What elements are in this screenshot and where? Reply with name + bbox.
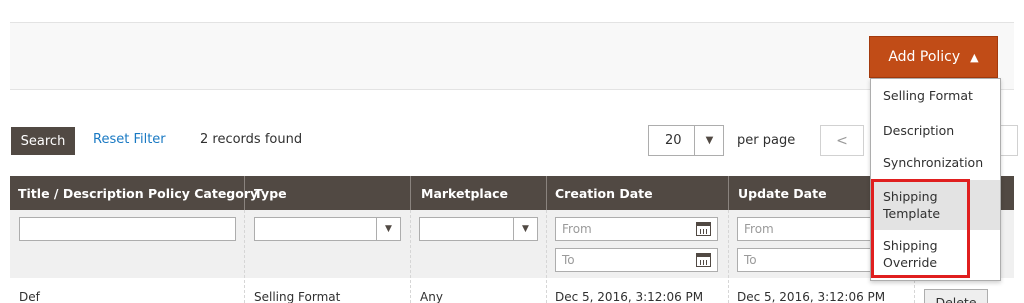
column-divider — [546, 210, 547, 303]
from-placeholder: From — [744, 222, 774, 236]
column-divider — [410, 176, 411, 210]
col-header-marketplace[interactable]: Marketplace — [421, 186, 508, 201]
menu-item-shipping-template[interactable]: Shipping Template — [871, 180, 1000, 230]
column-divider — [728, 176, 729, 210]
calendar-icon[interactable] — [696, 222, 711, 236]
col-header-creation-date[interactable]: Creation Date — [555, 186, 653, 201]
row-title: Def — [19, 290, 40, 303]
col-header-type[interactable]: Type — [254, 186, 287, 201]
update-date-to-input[interactable]: To — [737, 248, 877, 272]
creation-date-to-input[interactable]: To — [555, 248, 718, 272]
menu-item-selling-format[interactable]: Selling Format — [871, 87, 1000, 104]
menu-item-shipping-override[interactable]: Shipping Override — [871, 237, 1000, 271]
row-update-date: Dec 5, 2016, 3:12:06 PM — [737, 290, 886, 303]
chevron-down-icon: ▼ — [376, 218, 400, 240]
from-placeholder: From — [562, 222, 592, 236]
per-page-select[interactable]: 20 ▼ — [648, 125, 724, 156]
chevron-down-icon[interactable]: ▼ — [694, 126, 724, 155]
to-placeholder: To — [562, 253, 575, 267]
pager-input[interactable] — [998, 125, 1018, 156]
to-placeholder: To — [744, 253, 757, 267]
grid-header: Title / Description Policy Category Type… — [10, 176, 1014, 210]
add-policy-menu: Selling Format Description Synchronizati… — [870, 78, 1001, 281]
column-divider — [410, 210, 411, 303]
chevron-left-icon: < — [836, 132, 848, 149]
records-count: 2 records found — [200, 132, 303, 147]
title-filter-input[interactable] — [19, 217, 236, 241]
add-policy-button[interactable]: Add Policy ▲ — [869, 36, 998, 78]
search-button[interactable]: Search — [11, 127, 75, 155]
row-creation-date: Dec 5, 2016, 3:12:06 PM — [555, 290, 704, 303]
calendar-icon[interactable] — [696, 253, 711, 267]
row-type: Selling Format — [254, 290, 341, 303]
page-actions-bar — [10, 22, 1014, 90]
reset-filter-link[interactable]: Reset Filter — [93, 132, 166, 147]
caret-up-icon: ▲ — [970, 50, 979, 64]
creation-date-from-input[interactable]: From — [555, 217, 718, 241]
update-date-from-input[interactable]: From — [737, 217, 877, 241]
menu-item-description[interactable]: Description — [871, 122, 1000, 139]
col-header-title[interactable]: Title / Description Policy Category — [18, 186, 258, 201]
chevron-down-icon: ▼ — [513, 218, 537, 240]
type-filter-select[interactable]: ▼ — [254, 217, 401, 241]
per-page-value: 20 — [665, 133, 682, 148]
column-divider — [244, 176, 245, 210]
marketplace-filter-select[interactable]: ▼ — [419, 217, 538, 241]
column-divider — [244, 210, 245, 303]
prev-page-button[interactable]: < — [820, 125, 864, 156]
col-header-update-date[interactable]: Update Date — [738, 186, 827, 201]
add-policy-label: Add Policy — [888, 49, 961, 65]
row-marketplace: Any — [420, 290, 443, 303]
column-divider — [728, 210, 729, 303]
menu-item-synchronization[interactable]: Synchronization — [871, 154, 1000, 171]
column-divider — [546, 176, 547, 210]
delete-button[interactable]: Delete — [924, 289, 988, 303]
per-page-label: per page — [737, 133, 796, 148]
